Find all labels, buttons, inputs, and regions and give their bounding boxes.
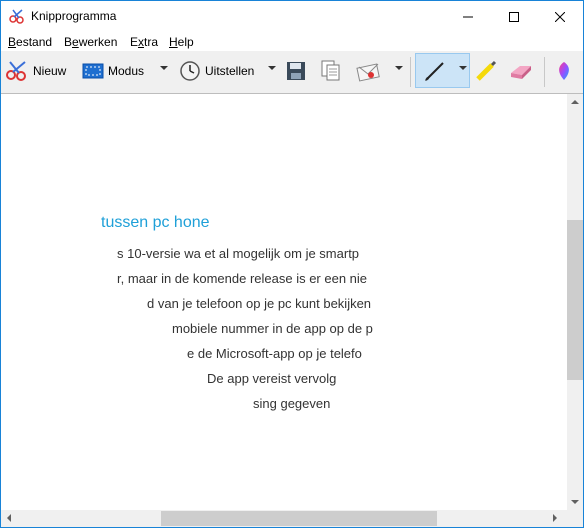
envelope-icon (356, 63, 380, 82)
mode-dropdown-arrow[interactable] (160, 66, 168, 70)
send-dropdown-arrow[interactable] (395, 66, 403, 70)
save-icon (287, 62, 305, 80)
title-bar: Knipprogramma (1, 1, 583, 32)
delay-button[interactable]: Uitstellen (179, 55, 254, 87)
snip-text-line: s 10-versie wa et al mogelijk om je smar… (117, 246, 360, 261)
highlighter-button[interactable] (474, 55, 498, 87)
minimize-button[interactable] (445, 1, 491, 32)
snipping-tool-window: Knipprogramma Bestand Bewerken Extra Hel… (0, 0, 584, 528)
pen-icon (425, 62, 444, 81)
scroll-up-arrow[interactable] (571, 100, 579, 104)
scrollbar-corner (567, 510, 583, 527)
scroll-left-arrow[interactable] (7, 514, 11, 522)
scroll-right-arrow[interactable] (553, 514, 557, 522)
scissors-app-icon (9, 9, 24, 24)
snip-text-line: mobiele nummer in de app op de p (172, 321, 373, 336)
paint3d-button[interactable] (554, 55, 574, 87)
eraser-button[interactable] (508, 55, 534, 87)
pen-dropdown-arrow[interactable] (459, 66, 467, 70)
minimize-icon (463, 16, 473, 17)
snip-text-line: r, maar in de komende release is er een … (117, 271, 368, 286)
window-title: Knipprogramma (31, 9, 117, 23)
mode-label: Modus (108, 64, 145, 78)
menu-bewerken[interactable]: Bewerken (64, 35, 117, 49)
mode-window-icon (82, 63, 104, 79)
close-button[interactable] (537, 1, 583, 32)
horizontal-scrollbar[interactable] (1, 510, 567, 527)
snip-heading: tussen pc hone (101, 214, 210, 231)
copy-icon (321, 60, 340, 81)
maximize-button[interactable] (491, 1, 537, 32)
delay-dropdown-arrow[interactable] (268, 66, 276, 70)
send-snip-button[interactable] (356, 55, 382, 87)
paint3d-icon (559, 62, 569, 80)
save-button[interactable] (286, 55, 306, 87)
snip-text-line: d van je telefoon op je pc kunt bekijken (147, 296, 372, 311)
copy-button[interactable] (320, 55, 342, 87)
vertical-scrollbar[interactable] (567, 94, 583, 510)
highlighter-icon (476, 60, 497, 81)
toolbar-separator (410, 57, 411, 87)
snip-canvas[interactable]: tussen pc hone s 10-versie wa et al moge… (1, 94, 567, 510)
menu-help[interactable]: Help (169, 35, 194, 49)
scissors-icon (6, 61, 26, 81)
snip-text-line: sing gegeven (253, 396, 331, 411)
horizontal-scroll-thumb[interactable] (161, 511, 437, 526)
vertical-scroll-thumb[interactable] (567, 220, 583, 380)
new-snip-button[interactable]: Nieuw (5, 55, 66, 87)
toolbar-separator-2 (544, 57, 545, 87)
close-icon (555, 11, 565, 22)
maximize-icon (509, 11, 519, 22)
menu-bestand[interactable]: Bestand (8, 35, 52, 49)
toolbar: Nieuw Modus Uitstellen (1, 51, 583, 94)
snip-text-line: e de Microsoft-app op je telefo (187, 346, 362, 361)
scroll-down-arrow[interactable] (571, 500, 579, 504)
pen-tool[interactable] (423, 55, 447, 87)
mode-button[interactable]: Modus (82, 55, 144, 87)
new-snip-label: Nieuw (33, 64, 67, 78)
menu-extra[interactable]: Extra (130, 35, 158, 49)
eraser-icon (511, 66, 531, 79)
snip-text-line: De app vereist vervolg (207, 371, 337, 386)
delay-label: Uitstellen (205, 64, 255, 78)
menu-bar: Bestand Bewerken Extra Help (1, 32, 583, 51)
clock-icon (180, 61, 200, 81)
